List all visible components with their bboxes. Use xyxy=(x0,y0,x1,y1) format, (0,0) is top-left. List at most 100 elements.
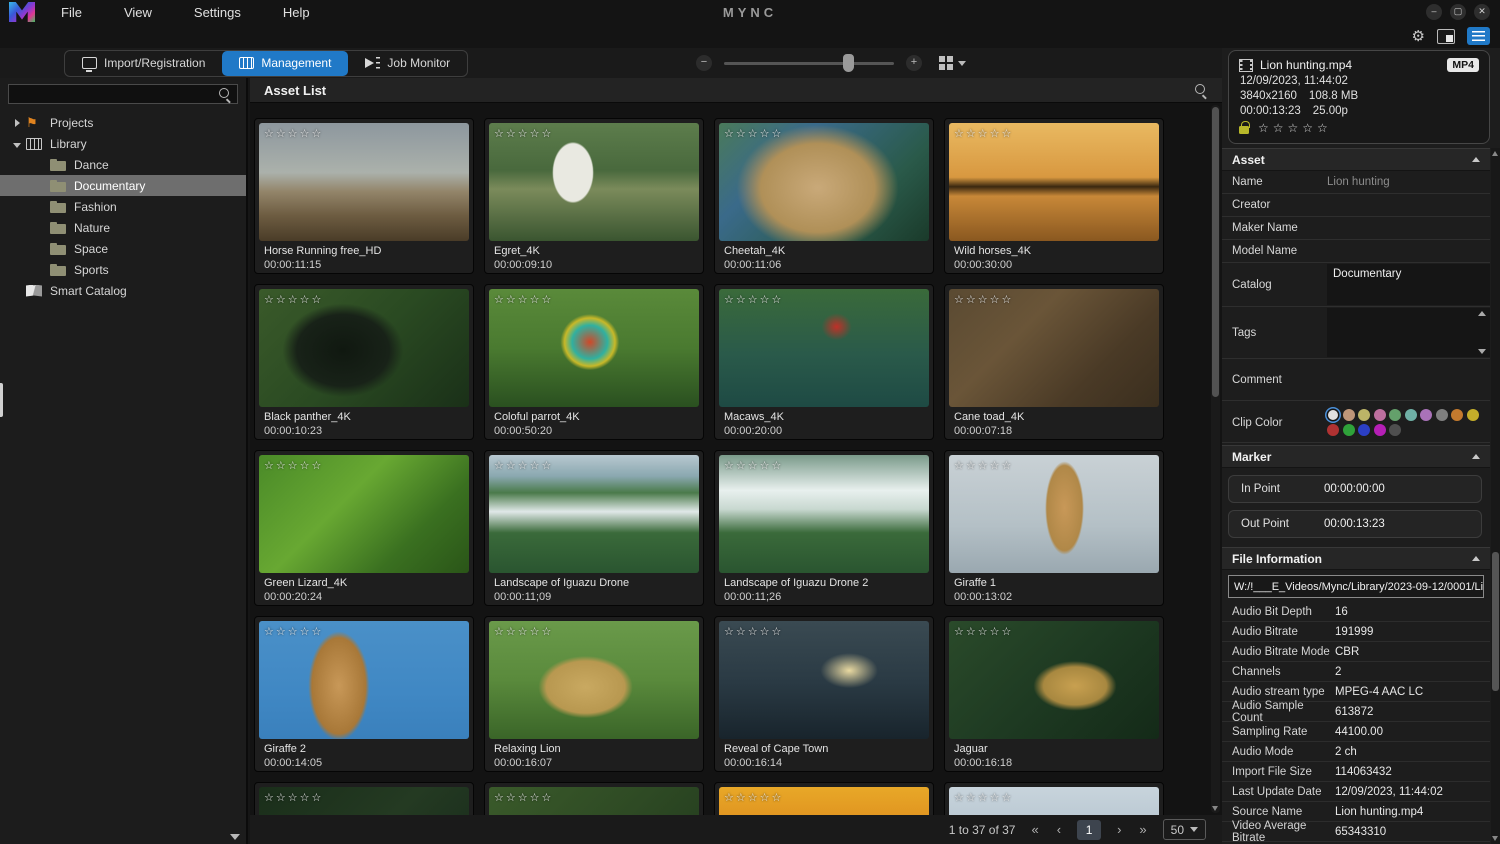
sidebar-item-sports[interactable]: Sports xyxy=(0,259,246,280)
next-page-button[interactable]: › xyxy=(1115,822,1123,837)
asset-card[interactable]: ☆☆☆☆☆ Jaguar 00:00:16:18 xyxy=(944,616,1164,772)
in-point-box[interactable]: In Point 00:00:00:00 xyxy=(1228,475,1482,503)
menu-item[interactable]: View xyxy=(118,2,158,23)
asset-rating-stars[interactable]: ☆☆☆☆☆ xyxy=(264,127,323,140)
clip-color-swatch[interactable] xyxy=(1389,424,1401,436)
asset-card[interactable]: ☆☆☆☆☆ Macaws_4K 00:00:20:00 xyxy=(714,284,934,440)
field-row-name[interactable]: Name Lion hunting xyxy=(1222,171,1490,194)
menu-item[interactable]: File xyxy=(55,2,88,23)
sidebar-item-documentary[interactable]: Documentary xyxy=(0,175,246,196)
asset-card[interactable]: ☆☆☆☆☆ Giraffe 1 00:00:13:02 xyxy=(944,450,1164,606)
asset-rating-stars[interactable]: ☆☆☆☆☆ xyxy=(264,293,323,306)
scroll-up-icon[interactable] xyxy=(1492,151,1498,156)
asset-card[interactable]: ☆☆☆☆☆ Cheetah_4K 00:00:11:06 xyxy=(714,118,934,274)
asset-rating-stars[interactable]: ☆☆☆☆☆ xyxy=(724,459,783,472)
tags-scroll-spinner[interactable] xyxy=(1477,311,1487,354)
clip-color-swatch[interactable] xyxy=(1467,409,1479,421)
clip-color-swatch[interactable] xyxy=(1343,409,1355,421)
tab-import-registration[interactable]: Import/Registration xyxy=(65,51,222,76)
asset-section-header[interactable]: Asset xyxy=(1222,148,1490,171)
zoom-out-button[interactable]: − xyxy=(696,55,712,71)
clip-color-swatch[interactable] xyxy=(1358,424,1370,436)
asset-rating-stars[interactable]: ☆☆☆☆☆ xyxy=(264,625,323,638)
asset-card[interactable]: ☆☆☆☆☆ Reveal of Cape Town 00:00:16:14 xyxy=(714,616,934,772)
zoom-slider-handle[interactable] xyxy=(843,54,854,72)
field-row-tags[interactable]: Tags xyxy=(1222,307,1490,359)
clip-color-swatch[interactable] xyxy=(1436,409,1448,421)
scrollbar-thumb[interactable] xyxy=(1492,552,1499,691)
field-row-maker-name[interactable]: Maker Name xyxy=(1222,217,1490,240)
asset-rating-stars[interactable]: ☆☆☆☆☆ xyxy=(494,625,553,638)
tab-management[interactable]: Management xyxy=(222,51,348,76)
asset-card[interactable]: ☆☆☆☆☆ Egret_4K 00:00:09:10 xyxy=(484,118,704,274)
clip-color-swatch[interactable] xyxy=(1374,424,1386,436)
asset-card[interactable]: ☆☆☆☆☆ Giraffe 2 00:00:14:05 xyxy=(254,616,474,772)
asset-rating-stars[interactable]: ☆☆☆☆☆ xyxy=(724,293,783,306)
clip-color-swatch[interactable] xyxy=(1328,410,1338,420)
asset-rating-stars[interactable]: ☆☆☆☆☆ xyxy=(264,791,323,804)
clip-color-swatch[interactable] xyxy=(1327,424,1339,436)
asset-card[interactable]: ☆☆☆☆☆ xyxy=(254,782,474,815)
sidebar-item-fashion[interactable]: Fashion xyxy=(0,196,246,217)
field-row-creator[interactable]: Creator xyxy=(1222,194,1490,217)
maximize-button[interactable]: ▢ xyxy=(1450,4,1466,20)
tab-job-monitor[interactable]: Job Monitor xyxy=(348,51,467,76)
field-row-comment[interactable]: Comment xyxy=(1222,359,1490,401)
menu-item[interactable]: Settings xyxy=(188,2,247,23)
asset-thumbnail[interactable] xyxy=(719,289,929,407)
file-info-section-header[interactable]: File Information xyxy=(1222,547,1490,570)
asset-rating-stars[interactable]: ☆☆☆☆☆ xyxy=(494,459,553,472)
field-value[interactable] xyxy=(1327,308,1490,357)
asset-rating-stars[interactable]: ☆☆☆☆☆ xyxy=(954,459,1013,472)
asset-card[interactable]: ☆☆☆☆☆ Landscape of Iguazu Drone 00:00:11… xyxy=(484,450,704,606)
asset-card[interactable]: ☆☆☆☆☆ Wild horses_4K 00:00:30:00 xyxy=(944,118,1164,274)
lock-icon[interactable] xyxy=(1239,126,1249,134)
sidebar-item-library[interactable]: Library xyxy=(0,133,246,154)
zoom-slider[interactable] xyxy=(724,62,894,65)
out-point-box[interactable]: Out Point 00:00:13:23 xyxy=(1228,510,1482,538)
asset-rating-stars[interactable]: ☆☆☆☆☆ xyxy=(494,791,553,804)
asset-thumbnail[interactable] xyxy=(489,455,699,573)
clip-color-swatch[interactable] xyxy=(1405,409,1417,421)
scroll-down-icon[interactable] xyxy=(1212,806,1218,811)
field-row-model-name[interactable]: Model Name xyxy=(1222,240,1490,263)
asset-card[interactable]: ☆☆☆☆☆ Landscape of Iguazu Drone 2 00:00:… xyxy=(714,450,934,606)
asset-thumbnail[interactable] xyxy=(489,289,699,407)
sidebar-search-input[interactable] xyxy=(9,87,218,101)
field-row-catalog[interactable]: Catalog Documentary xyxy=(1222,263,1490,307)
sidebar-item-nature[interactable]: Nature xyxy=(0,217,246,238)
asset-rating-stars[interactable]: ☆☆☆☆☆ xyxy=(954,127,1013,140)
asset-thumbnail[interactable] xyxy=(949,455,1159,573)
asset-thumbnail[interactable] xyxy=(949,289,1159,407)
tree-caret[interactable] xyxy=(10,137,24,151)
sidebar-item-projects[interactable]: ⚑ Projects xyxy=(0,112,246,133)
asset-thumbnail[interactable] xyxy=(719,621,929,739)
clip-color-swatch[interactable] xyxy=(1358,409,1370,421)
settings-gear-icon[interactable]: ⚙ xyxy=(1412,29,1425,44)
asset-thumbnail[interactable] xyxy=(949,621,1159,739)
asset-rating-stars[interactable]: ☆☆☆☆☆ xyxy=(954,625,1013,638)
sidebar-item-smart-catalog[interactable]: Smart Catalog xyxy=(0,280,246,301)
asset-rating-stars[interactable]: ☆☆☆☆☆ xyxy=(264,459,323,472)
asset-card[interactable]: ☆☆☆☆☆ Horse Running free_HD 00:00:11:15 xyxy=(254,118,474,274)
asset-thumbnail[interactable] xyxy=(259,123,469,241)
asset-card[interactable]: ☆☆☆☆☆ xyxy=(714,782,934,815)
asset-thumbnail[interactable] xyxy=(949,123,1159,241)
marker-section-header[interactable]: Marker xyxy=(1222,445,1490,468)
asset-card[interactable]: ☆☆☆☆☆ xyxy=(484,782,704,815)
asset-thumbnail[interactable] xyxy=(259,455,469,573)
prev-page-button[interactable]: ‹ xyxy=(1055,822,1063,837)
zoom-in-button[interactable]: + xyxy=(906,55,922,71)
asset-thumbnail[interactable] xyxy=(259,289,469,407)
menu-item[interactable]: Help xyxy=(277,2,316,23)
scrollbar-thumb[interactable] xyxy=(1212,107,1219,397)
asset-card[interactable]: ☆☆☆☆☆ Coloful parrot_4K 00:00:50:20 xyxy=(484,284,704,440)
asset-card[interactable]: ☆☆☆☆☆ Cane toad_4K 00:00:07:18 xyxy=(944,284,1164,440)
field-value[interactable]: Lion hunting xyxy=(1327,176,1490,188)
preview-panel-toggle-icon[interactable] xyxy=(1437,29,1455,44)
clip-color-swatch[interactable] xyxy=(1420,409,1432,421)
asset-rating-stars[interactable]: ☆☆☆☆☆ xyxy=(724,791,783,804)
asset-thumbnail[interactable] xyxy=(719,123,929,241)
asset-card[interactable]: ☆☆☆☆☆ xyxy=(944,782,1164,815)
sidebar-item-space[interactable]: Space xyxy=(0,238,246,259)
